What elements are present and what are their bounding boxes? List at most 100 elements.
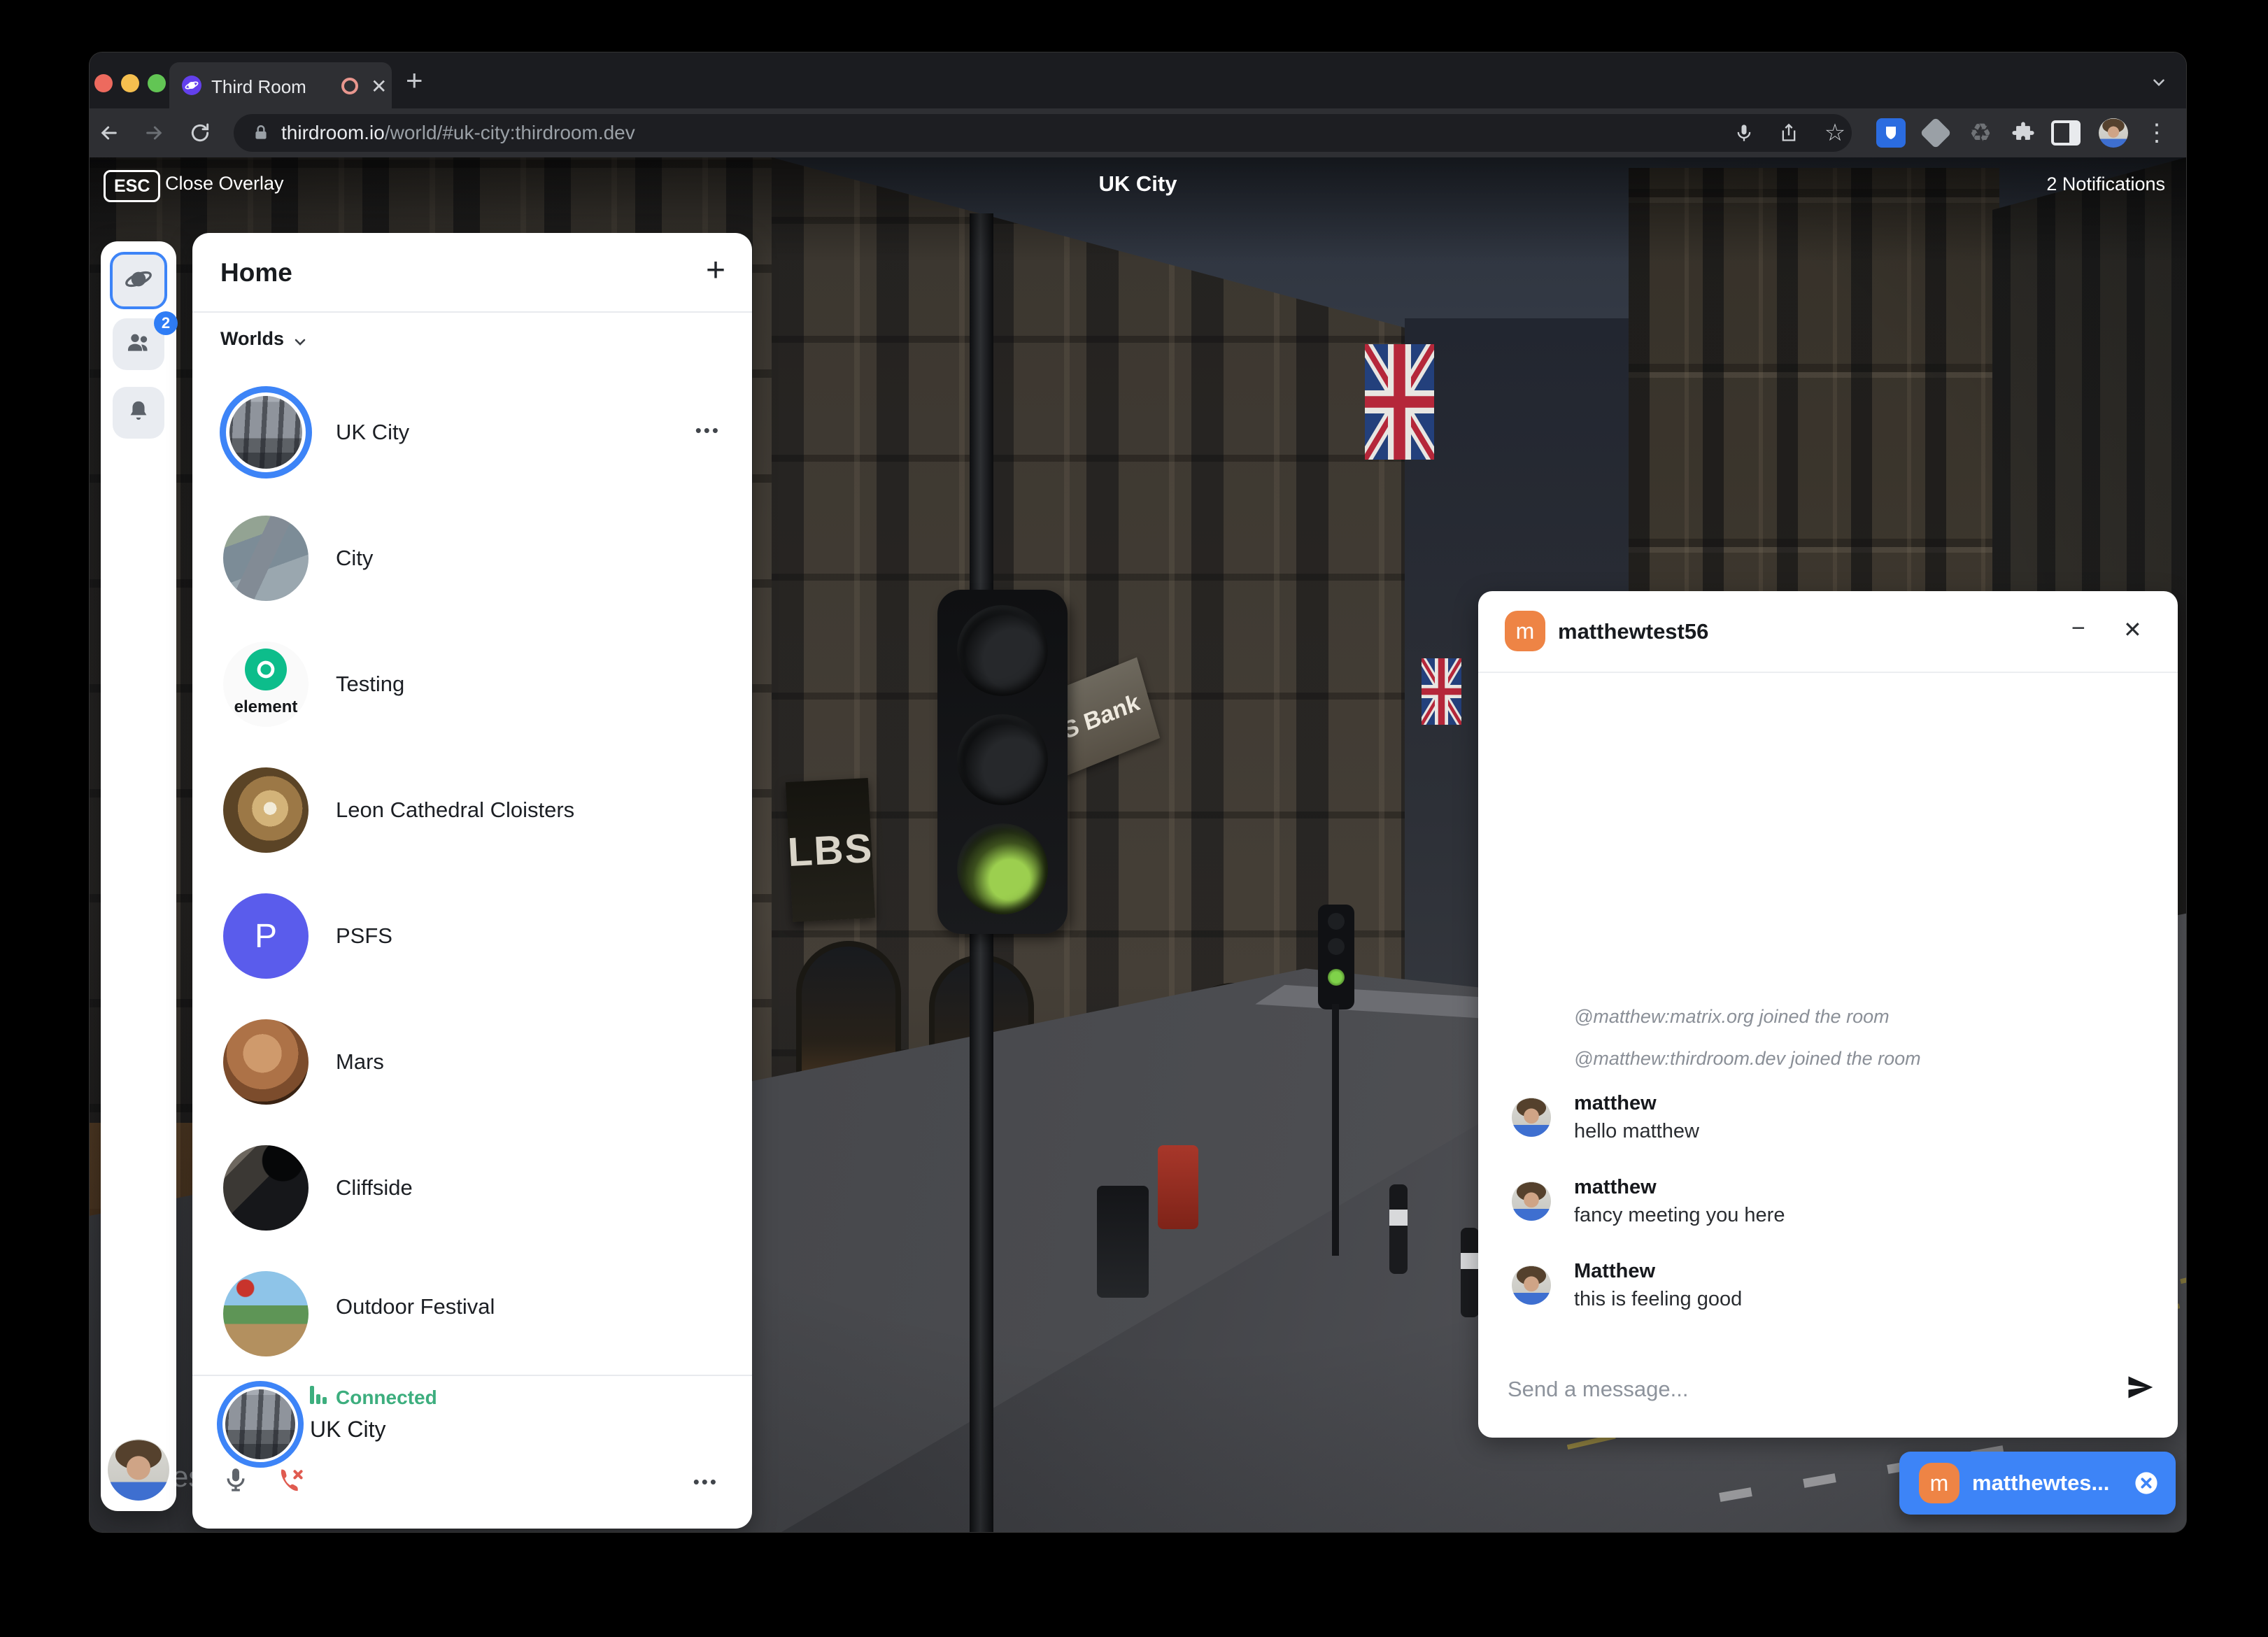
extensions-puzzle-icon[interactable] [2007, 117, 2039, 149]
world-name: Outdoor Festival [336, 1251, 495, 1363]
world-name: Leon Cathedral Cloisters [336, 747, 574, 873]
world-row-cliffside[interactable]: Cliffside [217, 1125, 728, 1251]
side-panel-icon[interactable] [2050, 117, 2082, 149]
mic-permission-icon[interactable] [1729, 118, 1759, 148]
diamond-extension-icon[interactable] [1920, 117, 1952, 149]
thirdroom-favicon-icon [182, 76, 201, 95]
scene-bollard [1389, 1184, 1408, 1274]
bitwarden-extension-icon[interactable] [1875, 117, 1907, 149]
mac-close-button[interactable] [94, 74, 113, 92]
hangup-button[interactable] [275, 1466, 306, 1500]
sidebar-item-notifications[interactable] [113, 387, 164, 439]
world-name: City [336, 495, 373, 621]
world-name: UK City [336, 369, 409, 495]
user-avatar[interactable] [108, 1439, 169, 1501]
chat-close-button[interactable]: ✕ [2123, 616, 2142, 643]
message-avatar [1512, 1098, 1551, 1137]
mac-minimize-button[interactable] [121, 74, 139, 92]
planet-icon [125, 265, 153, 297]
world-avatar-festival [223, 1271, 309, 1356]
friends-badge: 2 [154, 311, 178, 335]
share-icon[interactable] [1773, 118, 1804, 148]
worlds-section-label[interactable]: Worlds [220, 328, 284, 350]
bookmark-star-icon[interactable]: ☆ [1820, 118, 1850, 148]
world-avatar-psfs: P [223, 893, 309, 979]
call-pill-close-icon[interactable] [2134, 1471, 2158, 1498]
world-avatar-uk-city [229, 396, 302, 469]
reload-button[interactable] [185, 118, 215, 148]
world-title: UK City [90, 171, 2186, 197]
home-panel: Home + Worlds UK City ••• City [192, 233, 752, 1529]
world-avatar-testing: element [223, 642, 309, 727]
chat-event: @matthew:matrix.org joined the room [1574, 1006, 2148, 1028]
browser-tab[interactable]: Third Room ✕ [169, 62, 392, 108]
tab-search-chevron-icon[interactable] [2150, 73, 2168, 95]
selected-ring [220, 386, 312, 479]
create-world-button[interactable]: + [706, 251, 725, 290]
call-options-menu-button[interactable]: ••• [693, 1471, 718, 1493]
url-bar[interactable]: thirdroom.io/world/#uk-city:thirdroom.de… [234, 114, 1852, 152]
world-row-festival[interactable]: Outdoor Festival [217, 1251, 728, 1363]
active-call-pill[interactable]: m matthewtes... [1899, 1452, 2176, 1515]
divider [192, 1375, 752, 1376]
new-tab-button[interactable]: + [406, 64, 423, 97]
message-input[interactable] [1506, 1361, 2069, 1418]
bell-icon [125, 398, 152, 428]
scene-traffic-light-far [1318, 905, 1354, 1009]
chat-event: @matthew:thirdroom.dev joined the room [1574, 1048, 2148, 1070]
notifications-count[interactable]: 2 Notifications [2046, 173, 2165, 195]
scene-bollard [1461, 1228, 1479, 1317]
recycle-extension-icon[interactable]: ♻ [1964, 117, 1997, 149]
chevron-down-icon[interactable] [292, 334, 309, 354]
world-name: Testing [336, 621, 404, 747]
back-button[interactable] [94, 118, 125, 148]
scene-postbox [1158, 1145, 1198, 1229]
world-name: Mars [336, 999, 384, 1125]
browser-titlebar: Third Room ✕ + [90, 52, 2186, 108]
url-host: thirdroom.io [281, 122, 385, 144]
world-avatar-cloisters [223, 767, 309, 853]
connection-status: Connected [310, 1386, 437, 1409]
url-path: /world/#uk-city:thirdroom.dev [385, 122, 635, 144]
browser-menu-icon[interactable]: ⋮ [2141, 117, 2173, 149]
mic-toggle-button[interactable] [222, 1466, 250, 1497]
scene-union-jack-flag [1365, 344, 1434, 460]
chat-title: matthewtest56 [1558, 619, 1708, 644]
divider [192, 311, 752, 313]
element-logo-label: element [223, 697, 309, 717]
browser-window: Third Room ✕ + thirdroom.io/world/#uk-ci… [90, 52, 2186, 1532]
world-row-uk-city[interactable]: UK City ••• [217, 369, 728, 495]
message-sender: matthew [1574, 1092, 1657, 1115]
browser-profile-avatar[interactable] [2097, 117, 2129, 149]
mac-zoom-button[interactable] [148, 74, 166, 92]
sidebar-rail: 2 [101, 241, 176, 1511]
world-row-cloisters[interactable]: Leon Cathedral Cloisters [217, 747, 728, 873]
chat-minimize-button[interactable]: − [2071, 615, 2085, 642]
world-row-mars[interactable]: Mars [217, 999, 728, 1125]
world-row-city[interactable]: City [217, 495, 728, 621]
scene-traffic-pole-far [1332, 1004, 1339, 1256]
browser-toolbar: thirdroom.io/world/#uk-city:thirdroom.de… [90, 108, 2186, 157]
scene-traffic-light [937, 590, 1068, 934]
scene-union-jack-flag-small [1422, 658, 1461, 725]
scene-trash-bin [1097, 1186, 1149, 1298]
tab-close-button[interactable]: ✕ [371, 75, 387, 98]
message-sender: Matthew [1574, 1260, 1655, 1283]
sidebar-item-home[interactable] [110, 252, 167, 309]
tab-title: Third Room [211, 76, 306, 98]
forward-button[interactable] [139, 118, 169, 148]
message-avatar [1512, 1182, 1551, 1221]
send-icon[interactable] [2122, 1369, 2158, 1405]
world-row-testing[interactable]: element Testing [217, 621, 728, 747]
world-avatar-mars [223, 1019, 309, 1105]
world-avatar-city [223, 516, 309, 601]
tab-media-indicator-icon [341, 78, 358, 94]
message-avatar [1512, 1266, 1551, 1305]
signal-bars-icon [310, 1386, 329, 1409]
world-row-psfs[interactable]: P PSFS [217, 873, 728, 999]
world-menu-button[interactable]: ••• [695, 420, 721, 441]
chat-window: m matthewtest56 − ✕ @matthew:matrix.org … [1478, 591, 2178, 1438]
connected-world-avatar[interactable] [217, 1381, 304, 1468]
divider [1478, 672, 2178, 673]
app-content: LBS LBS Bank [90, 157, 2186, 1532]
